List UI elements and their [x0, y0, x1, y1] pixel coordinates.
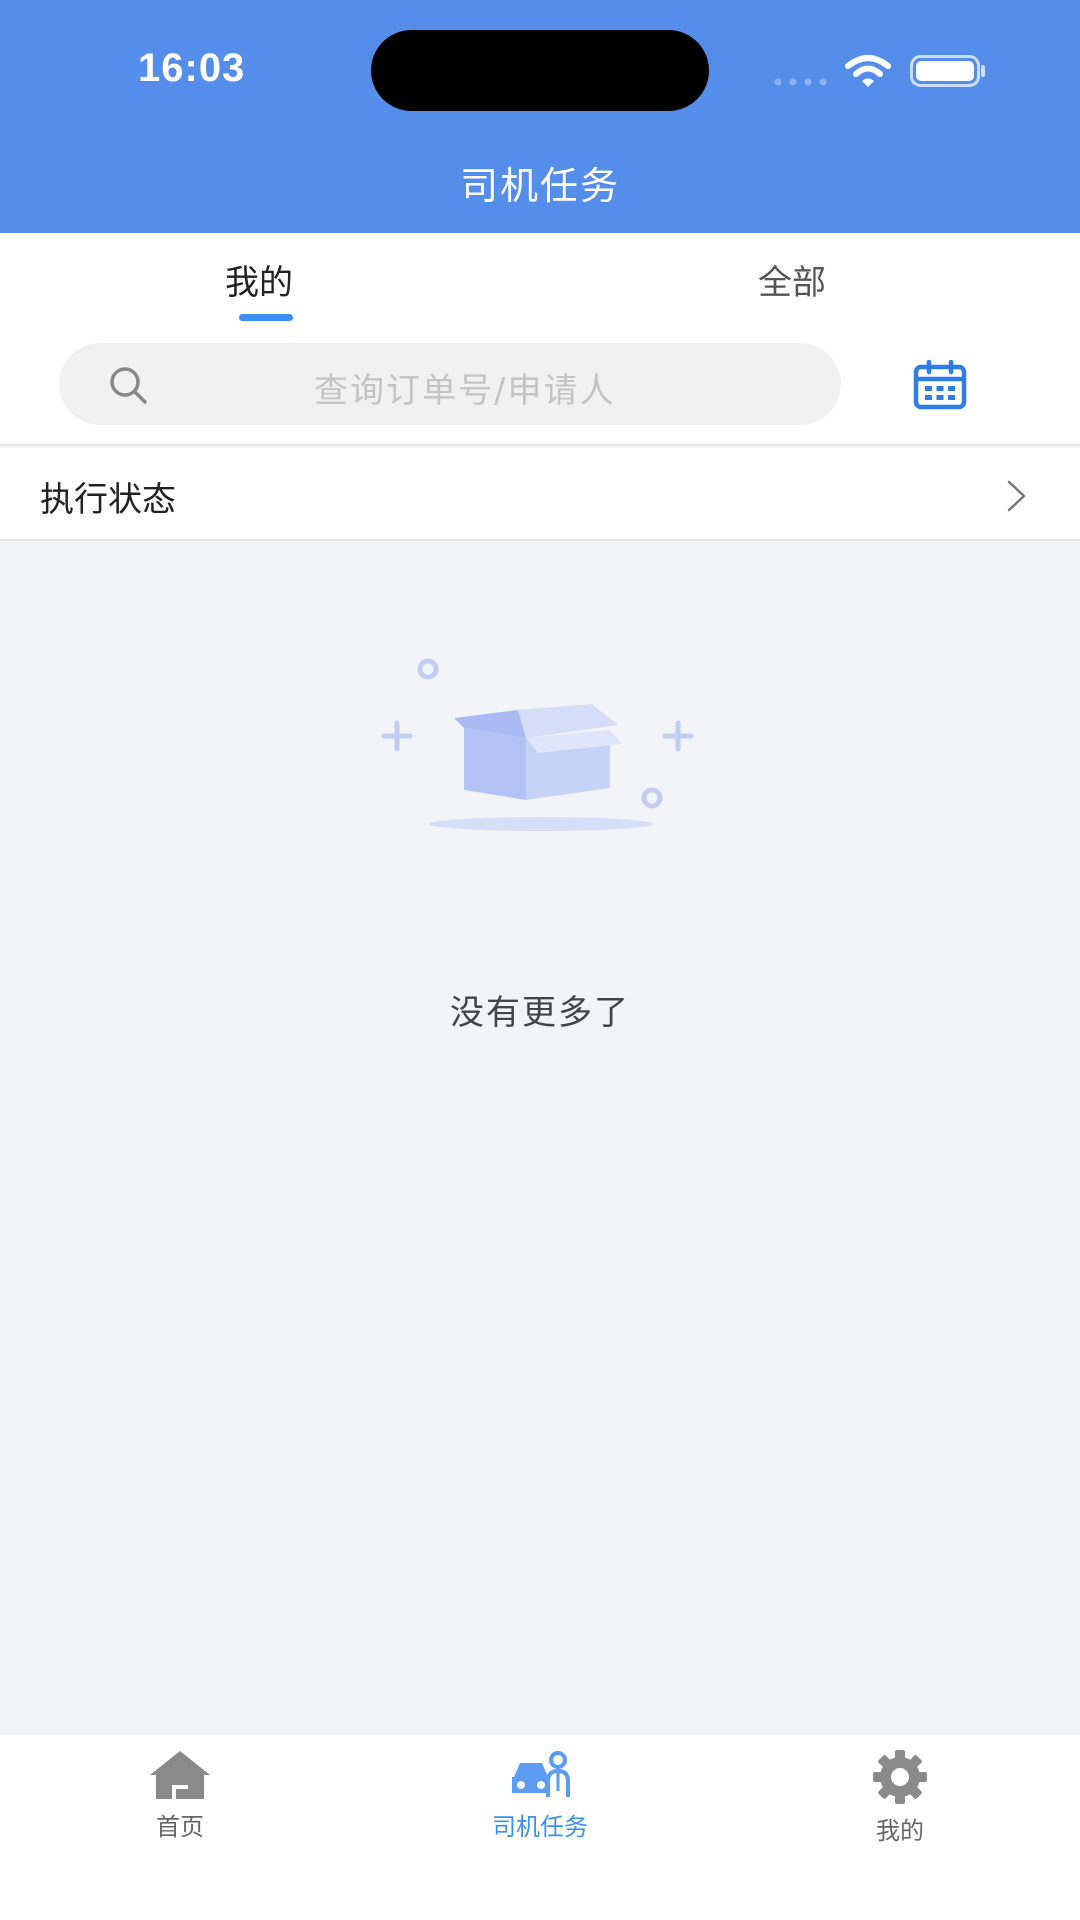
active-tab-indicator	[239, 314, 293, 321]
execution-status-label: 执行状态	[40, 480, 176, 520]
nav-label-driver-tasks: 司机任务	[492, 1813, 588, 1841]
status-time: 16:03	[138, 46, 246, 90]
battery-icon	[910, 55, 985, 87]
calendar-icon[interactable]	[913, 360, 967, 410]
home-icon	[150, 1751, 210, 1799]
cellular-signal-icon	[774, 78, 827, 86]
page-title: 司机任务	[459, 164, 620, 208]
nav-item-mine[interactable]: 我的	[800, 1735, 1000, 1865]
search-icon	[110, 367, 147, 404]
tab-mine[interactable]: 我的	[225, 255, 293, 304]
segment-tabs: 我的 全部	[0, 233, 1080, 335]
nav-label-mine: 我的	[876, 1817, 924, 1845]
nav-label-home: 首页	[156, 1813, 204, 1841]
empty-box-icon	[381, 658, 694, 831]
wifi-icon	[845, 55, 891, 87]
search-row: 查询订单号/申请人	[0, 335, 1080, 446]
nav-item-home[interactable]: 首页	[80, 1735, 280, 1865]
tab-all[interactable]: 全部	[758, 255, 826, 304]
chevron-right-icon	[1007, 480, 1026, 512]
nav-item-driver-tasks[interactable]: 司机任务	[440, 1735, 640, 1865]
dynamic-island	[371, 30, 709, 111]
bottom-nav: 首页 司机任务 我的	[0, 1735, 1080, 1920]
driver-car-icon	[512, 1751, 570, 1797]
gear-icon	[873, 1750, 927, 1804]
execution-status-filter[interactable]: 执行状态	[0, 448, 1080, 541]
search-input[interactable]: 查询订单号/申请人	[59, 343, 841, 425]
empty-message: 没有更多了	[450, 993, 630, 1033]
app-header: 16:03 司机任务	[0, 0, 1080, 233]
search-placeholder: 查询订单号/申请人	[314, 371, 616, 411]
